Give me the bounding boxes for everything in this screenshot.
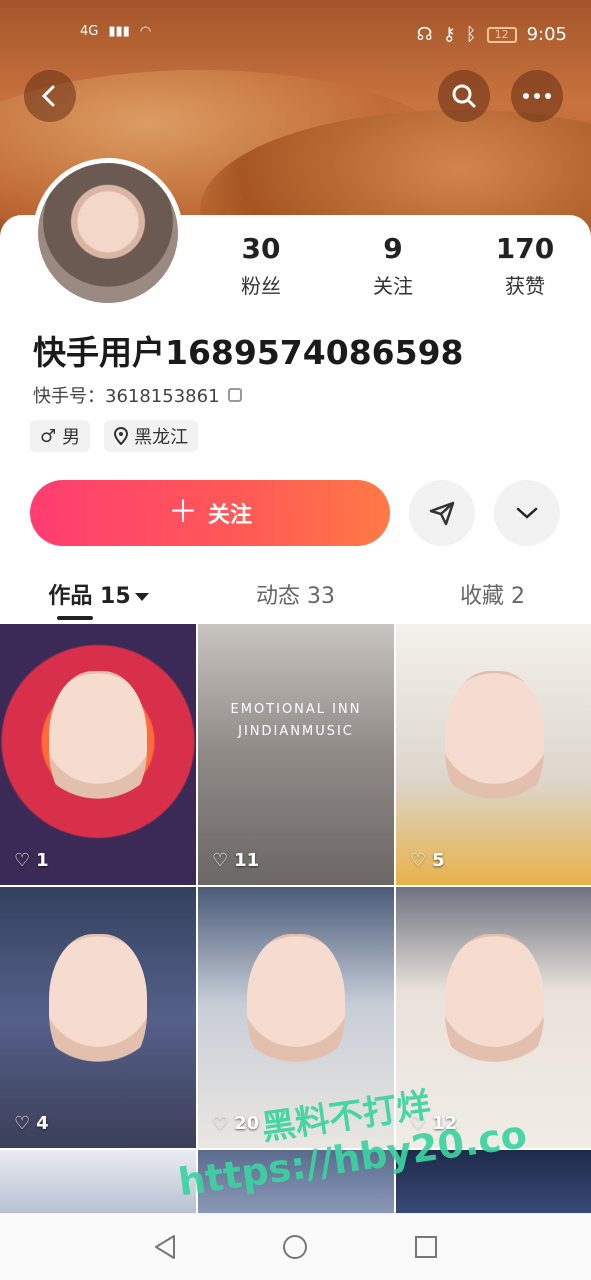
more-icon: [523, 93, 551, 99]
key-icon: ⚷: [442, 24, 456, 45]
send-icon: [429, 501, 455, 526]
status-bar: 4G ▮▮▮ ◠ ☊ ⚷ ᛒ 12 9:05: [0, 0, 591, 72]
tab-moments[interactable]: 动态 33: [197, 572, 394, 622]
thumbnail-image: [247, 933, 345, 1078]
tab-favorites[interactable]: 收藏 2: [394, 572, 591, 622]
wifi-icon: ◠: [139, 24, 152, 39]
copy-icon[interactable]: [227, 388, 242, 402]
search-icon: [452, 84, 476, 108]
post-thumbnail[interactable]: ♡ 5: [396, 624, 591, 885]
thumbnail-image: [49, 670, 147, 815]
signal-icon: ▮▮▮: [108, 24, 130, 39]
heart-icon: ♡: [212, 850, 229, 871]
message-button[interactable]: [409, 480, 475, 546]
overlay-text: JINDIANMUSIC: [238, 724, 354, 739]
stat-label: 获赞: [505, 274, 545, 298]
tag-text: 男: [62, 427, 81, 448]
user-id-text: 快手号：3618153861: [33, 386, 220, 407]
thumbnail-image: [445, 670, 544, 815]
chevron-down-icon: [516, 507, 538, 519]
profile-stats: 30 粉丝 9 关注 170 获赞: [195, 232, 591, 299]
profile-tags: ♂ 男 黑龙江: [30, 420, 199, 452]
clock: 9:05: [526, 24, 567, 45]
like-count-text: 1: [36, 850, 49, 871]
back-button[interactable]: [24, 70, 76, 122]
nav-home-icon[interactable]: [281, 1233, 309, 1261]
stat-value: 170: [495, 232, 555, 265]
plus-icon: ＋: [167, 495, 198, 530]
network-indicator: 4G: [80, 24, 99, 39]
nav-back-icon[interactable]: [152, 1233, 178, 1261]
bluetooth-icon: ᛒ: [465, 24, 477, 45]
gender-tag: ♂ 男: [30, 420, 91, 452]
like-count-text: 11: [234, 850, 260, 871]
post-thumbnail[interactable]: [0, 1150, 196, 1214]
stat-label: 粉丝: [241, 274, 281, 298]
like-count: ♡ 11: [212, 850, 259, 871]
thumbnail-image: [445, 933, 544, 1078]
nav-recents-icon[interactable]: [413, 1234, 439, 1260]
heart-icon: ♡: [14, 850, 31, 871]
system-nav-bar: [0, 1213, 591, 1280]
status-left: 4G ▮▮▮ ◠: [80, 24, 151, 39]
tab-works[interactable]: 作品 15: [0, 572, 197, 622]
like-count: ♡ 4: [14, 1113, 49, 1134]
expand-button[interactable]: [494, 480, 560, 546]
tag-text: 黑龙江: [134, 427, 189, 448]
stat-likes[interactable]: 170 获赞: [459, 232, 591, 299]
username: 快手用户1689574086598: [33, 333, 464, 372]
like-count-text: 4: [36, 1113, 49, 1134]
avatar[interactable]: [33, 158, 183, 308]
battery-indicator: 12: [486, 26, 517, 43]
location-tag: 黑龙江: [104, 420, 199, 452]
overlay-text: EMOTIONAL INN: [230, 702, 362, 717]
back-arrow-icon: [41, 85, 55, 107]
profile-tabs: 作品 15 动态 33 收藏 2: [0, 572, 591, 622]
stat-following[interactable]: 9 关注: [327, 232, 459, 299]
tab-label: 收藏 2: [460, 584, 525, 609]
tab-label: 动态 33: [256, 584, 335, 609]
heart-icon: ♡: [14, 1113, 31, 1134]
location-icon: [114, 427, 129, 445]
like-count: ♡ 5: [410, 850, 445, 871]
thumbnail-image: [49, 933, 147, 1078]
follow-button[interactable]: ＋ 关注: [30, 480, 390, 546]
search-button[interactable]: [438, 70, 490, 122]
post-thumbnail[interactable]: EMOTIONAL INN JINDIANMUSIC ♡ 11: [198, 624, 394, 885]
more-button[interactable]: [511, 70, 563, 122]
tab-label: 作品 15: [48, 584, 131, 609]
like-count: ♡ 1: [14, 850, 49, 871]
stat-value: 9: [383, 232, 403, 265]
post-thumbnail[interactable]: ♡ 1: [0, 624, 196, 885]
stat-followers[interactable]: 30 粉丝: [195, 232, 327, 299]
headset-icon: ☊: [416, 24, 433, 45]
dropdown-icon: [134, 593, 149, 601]
like-count-text: 5: [432, 850, 445, 871]
status-right: ☊ ⚷ ᛒ 12 9:05: [417, 24, 567, 45]
post-thumbnail[interactable]: ♡ 4: [0, 887, 196, 1148]
stat-value: 30: [241, 232, 281, 265]
male-icon: ♂: [40, 425, 57, 447]
user-id: 快手号：3618153861: [33, 382, 242, 408]
stat-label: 关注: [373, 274, 413, 298]
heart-icon: ♡: [410, 850, 427, 871]
follow-label: 关注: [207, 503, 252, 528]
